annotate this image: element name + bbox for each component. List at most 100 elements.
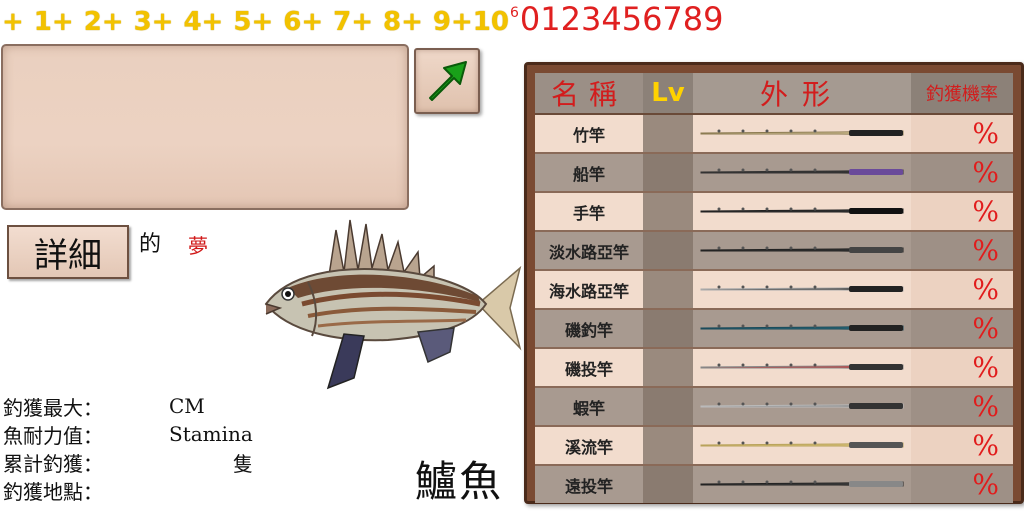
- rod-level: [643, 348, 693, 388]
- description-panel: [1, 44, 409, 210]
- rod-image: [700, 207, 904, 214]
- stat-label: 釣獲地點：: [3, 479, 103, 504]
- level-marker: 4+: [183, 7, 224, 37]
- rod-row[interactable]: 船竿%: [535, 153, 1013, 193]
- rod-shape: [693, 231, 911, 271]
- rod-name: 竹竿: [535, 114, 643, 154]
- rod-name: 磯釣竿: [535, 309, 643, 349]
- rod-image: [700, 129, 904, 136]
- catch-stats: 釣獲最大： CM 魚耐力值： Stamina 累計釣獲： 隻 釣獲地點：: [3, 392, 253, 504]
- rod-level: [643, 114, 693, 154]
- level-superscript: 6: [509, 5, 519, 21]
- rod-image: [700, 324, 904, 331]
- rod-shape: [693, 192, 911, 232]
- green-arrow-icon: [429, 61, 467, 101]
- rod-shape: [693, 114, 911, 154]
- header-rate: 釣獲機率: [911, 73, 1013, 115]
- rod-shape: [693, 153, 911, 193]
- stat-total: 累計釣獲： 隻: [3, 448, 253, 476]
- rod-catch-rate: %: [911, 153, 1013, 193]
- share-arrow-button[interactable]: [414, 48, 480, 114]
- rod-row[interactable]: 磯釣竿%: [535, 309, 1013, 349]
- rod-level: [643, 426, 693, 466]
- dream-text: 夢: [188, 234, 208, 258]
- rod-level: [643, 465, 693, 503]
- stat-value: Stamina: [169, 422, 253, 446]
- rod-image: [700, 402, 904, 409]
- rod-row[interactable]: 蝦竿%: [535, 387, 1013, 427]
- level-marker: 2+: [83, 7, 124, 37]
- rod-row[interactable]: 磯投竿%: [535, 348, 1013, 388]
- rod-catch-rate: %: [911, 348, 1013, 388]
- rod-shape: [693, 387, 911, 427]
- rod-image: [700, 246, 904, 253]
- rod-shape: [693, 348, 911, 388]
- rod-catch-rate: %: [911, 114, 1013, 154]
- rod-table-header: 名稱 Lv 外形 釣獲機率: [535, 73, 1013, 115]
- stat-stamina: 魚耐力值： Stamina: [3, 420, 253, 448]
- rod-name: 溪流竿: [535, 426, 643, 466]
- level-marker: 7+: [333, 7, 374, 37]
- rod-level: [643, 309, 693, 349]
- rod-image: [700, 363, 904, 370]
- pelvic-fin: [326, 333, 365, 390]
- rod-catch-rate: %: [911, 426, 1013, 466]
- digit-sprite-row: 0123456789: [519, 0, 724, 38]
- rod-name: 手竿: [535, 192, 643, 232]
- level-marker: 8+: [383, 7, 423, 37]
- rod-image: [700, 441, 904, 448]
- fish-illustration: [264, 219, 522, 390]
- rod-shape: [693, 270, 911, 310]
- stat-label: 魚耐力值：: [3, 423, 103, 448]
- stat-label: 釣獲最大：: [3, 395, 103, 420]
- rod-catch-rate: %: [911, 192, 1013, 232]
- rod-catch-rate: %: [911, 387, 1013, 427]
- rod-catch-rate: %: [911, 231, 1013, 271]
- rod-board: 名稱 Lv 外形 釣獲機率 竹竿% 船竿% 手竿% 淡水路亞竿% 海水路亞竿% 磯釣竿% 磯…: [524, 62, 1024, 504]
- header-name: 名稱: [535, 73, 643, 115]
- rod-name: 船竿: [535, 153, 643, 193]
- rod-name: 海水路亞竿: [535, 270, 643, 310]
- stat-value: 隻: [233, 451, 253, 476]
- anal-fin: [416, 327, 455, 364]
- level-marker: 9+10: [432, 7, 509, 37]
- header-shape: 外形: [693, 73, 911, 115]
- rod-image: [700, 168, 904, 175]
- rod-shape: [693, 309, 911, 349]
- rod-level: [643, 270, 693, 310]
- stat-max-catch: 釣獲最大： CM: [3, 392, 253, 420]
- level-marker: +: [2, 7, 24, 37]
- rod-name: 遠投竿: [535, 465, 643, 503]
- level-marker: 6+: [283, 7, 324, 37]
- rod-shape: [693, 465, 911, 503]
- stat-location: 釣獲地點：: [3, 476, 253, 504]
- rod-name: 磯投竿: [535, 348, 643, 388]
- detail-button[interactable]: 詳細: [7, 225, 129, 279]
- rod-catch-rate: %: [911, 465, 1013, 503]
- rod-name: 蝦竿: [535, 387, 643, 427]
- level-marker: 1+: [33, 7, 74, 37]
- rod-table: 名稱 Lv 外形 釣獲機率 竹竿% 船竿% 手竿% 淡水路亞竿% 海水路亞竿% 磯釣竿% 磯…: [535, 73, 1013, 503]
- rod-level: [643, 387, 693, 427]
- rod-image: [700, 285, 904, 292]
- header-level: Lv: [643, 73, 693, 115]
- rod-catch-rate: %: [911, 309, 1013, 349]
- level-strip: + 1+ 2+ 3+ 4+ 5+ 6+ 7+ 8+ 9+10 6 0123456…: [2, 2, 724, 42]
- stat-label: 累計釣獲：: [3, 451, 103, 476]
- rod-row[interactable]: 淡水路亞竿%: [535, 231, 1013, 271]
- fish-name: 鱸魚: [415, 457, 504, 506]
- rod-name: 淡水路亞竿: [535, 231, 643, 271]
- level-marker: 3+: [133, 7, 174, 37]
- rod-row[interactable]: 溪流竿%: [535, 426, 1013, 466]
- level-marker: 5+: [233, 7, 274, 37]
- rod-shape: [693, 426, 911, 466]
- rod-image: [700, 480, 904, 487]
- rod-row[interactable]: 遠投竿%: [535, 465, 1013, 503]
- rod-level: [643, 231, 693, 271]
- rod-level: [643, 192, 693, 232]
- possessive-text: 的: [139, 232, 162, 257]
- rod-level: [643, 153, 693, 193]
- rod-row[interactable]: 海水路亞竿%: [535, 270, 1013, 310]
- rod-row[interactable]: 手竿%: [535, 192, 1013, 232]
- rod-row[interactable]: 竹竿%: [535, 114, 1013, 154]
